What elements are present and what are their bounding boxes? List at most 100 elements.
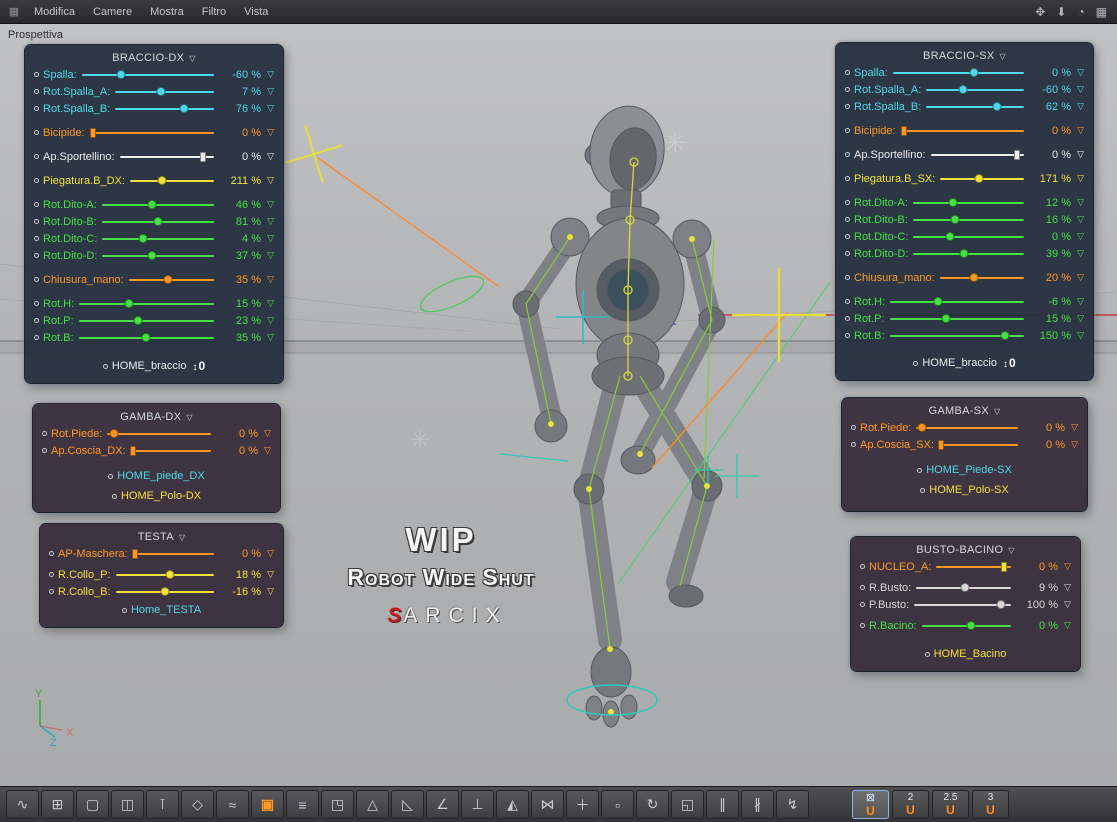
slider-value[interactable]: 0 % <box>1029 149 1071 161</box>
envelope-dropdown-icon[interactable]: ▽ <box>1071 84 1084 95</box>
slider-value[interactable]: 37 % <box>219 250 261 262</box>
magnet-grid-tool[interactable]: ⊞ <box>41 790 74 819</box>
slider-handle[interactable] <box>1000 331 1010 340</box>
pyramid-tool[interactable]: ◭ <box>496 790 529 819</box>
envelope-dropdown-icon[interactable]: ▽ <box>1071 101 1084 112</box>
slider-handle[interactable] <box>1014 149 1021 160</box>
envelope-dropdown-icon[interactable]: ▽ <box>1071 272 1084 283</box>
slider-handle[interactable] <box>938 439 945 450</box>
slider-value[interactable]: 12 % <box>1029 197 1071 209</box>
slider-handle[interactable] <box>141 333 151 342</box>
envelope-dropdown-icon[interactable]: ▽ <box>261 298 274 309</box>
viewport[interactable]: Prospettiva ✳ ✳ WIP Robot Wide Shut SARC… <box>0 24 1117 786</box>
slider-value[interactable]: 0 % <box>219 548 261 560</box>
pole-tool[interactable]: ⊺ <box>146 790 179 819</box>
slider-handle[interactable] <box>160 587 170 596</box>
envelope-dropdown-icon[interactable]: ▽ <box>261 332 274 343</box>
slider-value[interactable]: 0 % <box>1016 620 1058 632</box>
slider-handle[interactable] <box>969 68 979 77</box>
slider-track[interactable] <box>926 102 1024 111</box>
slider-value[interactable]: 0 % <box>216 445 258 457</box>
slider-track[interactable] <box>921 621 1011 630</box>
slider-track[interactable] <box>130 445 211 456</box>
grid-tool[interactable]: ◫ <box>111 790 144 819</box>
move-tool[interactable]: ＋ <box>566 790 599 819</box>
viewport-3-button[interactable]: 3U <box>972 790 1009 819</box>
envelope-dropdown-icon[interactable]: ▽ <box>1071 296 1084 307</box>
slider-track[interactable] <box>101 217 214 226</box>
viewport-2-5-button[interactable]: 2.5 U <box>932 790 969 819</box>
slider-value[interactable]: 15 % <box>219 298 261 310</box>
envelope-dropdown-icon[interactable]: ▽ <box>261 250 274 261</box>
plane-tool[interactable]: ◇ <box>181 790 214 819</box>
envelope-dropdown-icon[interactable]: ▽ <box>261 315 274 326</box>
slider-track[interactable] <box>119 151 214 162</box>
down-arrow-icon[interactable]: ⬇ <box>1056 5 1066 19</box>
slider-track[interactable] <box>940 174 1024 183</box>
box-tool[interactable]: ▢ <box>76 790 109 819</box>
slider-handle[interactable] <box>133 316 143 325</box>
envelope-dropdown-icon[interactable]: ▽ <box>261 151 274 162</box>
slider-value[interactable]: -6 % <box>1029 296 1071 308</box>
envelope-dropdown-icon[interactable]: ▽ <box>1071 197 1084 208</box>
slider-handle[interactable] <box>124 299 134 308</box>
envelope-dropdown-icon[interactable]: ▽ <box>258 445 271 456</box>
mirror-tool[interactable]: ∦ <box>741 790 774 819</box>
slider-value[interactable]: 15 % <box>1029 313 1071 325</box>
slider-handle[interactable] <box>116 70 126 79</box>
rotate-tool[interactable]: ↻ <box>636 790 669 819</box>
slider-handle[interactable] <box>179 104 189 113</box>
slider-handle[interactable] <box>933 297 943 306</box>
slider-value[interactable]: 0 % <box>219 151 261 163</box>
envelope-dropdown-icon[interactable]: ▽ <box>261 103 274 114</box>
menu-item-filtro[interactable]: Filtro <box>193 6 235 18</box>
envelope-dropdown-icon[interactable]: ▽ <box>1071 214 1084 225</box>
slider-value[interactable]: 35 % <box>219 332 261 344</box>
slider-handle[interactable] <box>992 102 1002 111</box>
slider-value[interactable]: 150 % <box>1029 330 1071 342</box>
spline-tool[interactable]: ∿ <box>6 790 39 819</box>
envelope-dropdown-icon[interactable]: ▽ <box>1071 330 1084 341</box>
button-home-testa[interactable]: Home_TESTA <box>49 600 274 620</box>
envelope-dropdown-icon[interactable]: ▽ <box>1071 149 1084 160</box>
button-home-piede-dx[interactable]: HOME_piede_DX <box>42 466 271 486</box>
grid-icon[interactable]: ▦ <box>1096 5 1107 19</box>
slider-handle[interactable] <box>199 151 206 162</box>
bend-tool[interactable]: ↯ <box>776 790 809 819</box>
slider-track[interactable] <box>78 333 214 342</box>
panel-collapse-icon[interactable]: ▽ <box>186 413 192 422</box>
app-menu-grid-icon[interactable]: ▦ <box>3 5 25 18</box>
button-home-braccio[interactable]: HOME_braccio ↕0 <box>34 355 274 377</box>
envelope-dropdown-icon[interactable]: ▽ <box>1065 439 1078 450</box>
panel-collapse-icon[interactable]: ▽ <box>179 533 185 542</box>
slider-handle[interactable] <box>969 273 979 282</box>
slider-track[interactable] <box>889 331 1024 340</box>
shear-tool[interactable]: ◱ <box>671 790 704 819</box>
envelope-dropdown-icon[interactable]: ▽ <box>261 569 274 580</box>
slider-value[interactable]: 81 % <box>219 216 261 228</box>
menu-item-camere[interactable]: Camere <box>84 6 141 18</box>
panel-collapse-icon[interactable]: ▽ <box>189 54 195 63</box>
slider-track[interactable] <box>132 548 214 559</box>
slider-handle[interactable] <box>996 600 1006 609</box>
slider-value[interactable]: 0 % <box>216 428 258 440</box>
envelope-dropdown-icon[interactable]: ▽ <box>1071 231 1084 242</box>
slider-handle[interactable] <box>109 429 119 438</box>
slider-track[interactable] <box>115 570 214 579</box>
angle-tool[interactable]: ∠ <box>426 790 459 819</box>
envelope-dropdown-icon[interactable]: ▽ <box>1058 582 1071 593</box>
envelope-dropdown-icon[interactable]: ▽ <box>261 175 274 186</box>
slider-handle[interactable] <box>163 275 173 284</box>
slider-track[interactable] <box>913 232 1024 241</box>
slider-handle[interactable] <box>945 232 955 241</box>
clock-icon[interactable]: ◔ <box>1077 5 1084 19</box>
slider-track[interactable] <box>938 439 1018 450</box>
slider-track[interactable] <box>128 275 214 284</box>
slider-value[interactable]: 7 % <box>219 86 261 98</box>
slider-value[interactable]: 0 % <box>1029 67 1071 79</box>
slider-track[interactable] <box>912 198 1024 207</box>
slider-track[interactable] <box>115 587 214 596</box>
slider-value[interactable]: 35 % <box>219 274 261 286</box>
slider-value[interactable]: 211 % <box>219 175 261 187</box>
slider-track[interactable] <box>102 251 214 260</box>
